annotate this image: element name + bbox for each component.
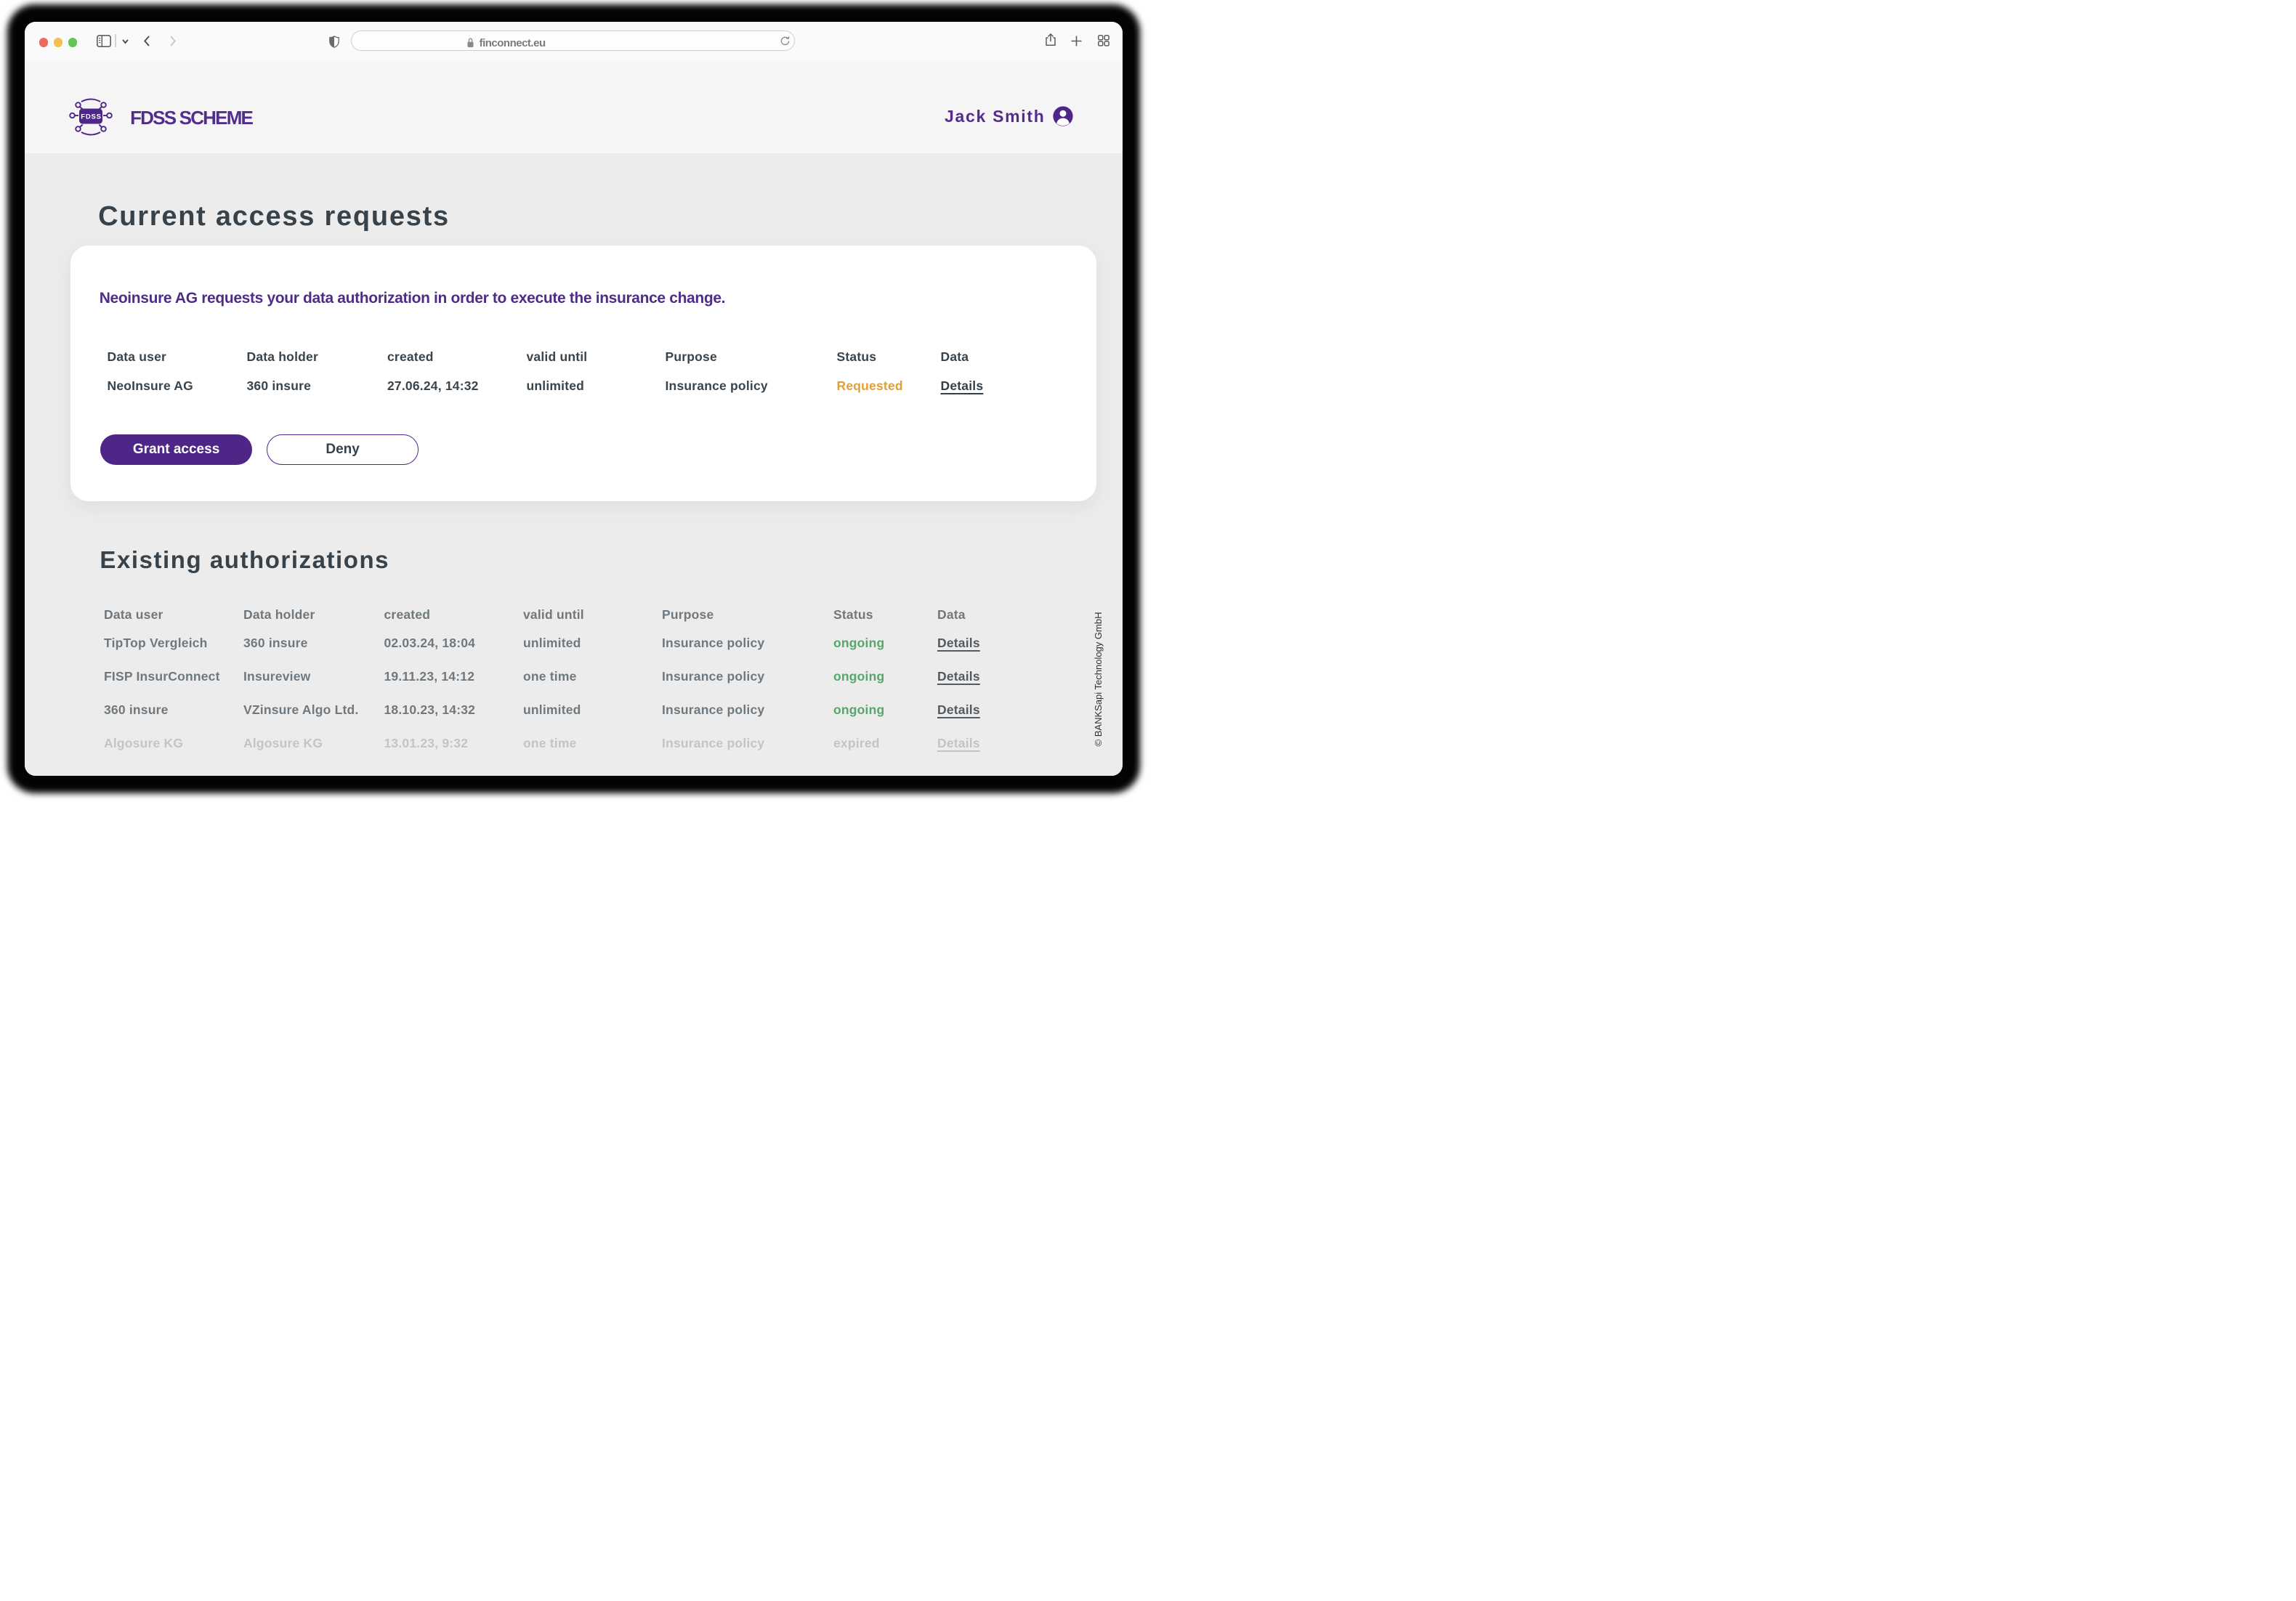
svg-text:FDSS: FDSS [81,113,102,121]
